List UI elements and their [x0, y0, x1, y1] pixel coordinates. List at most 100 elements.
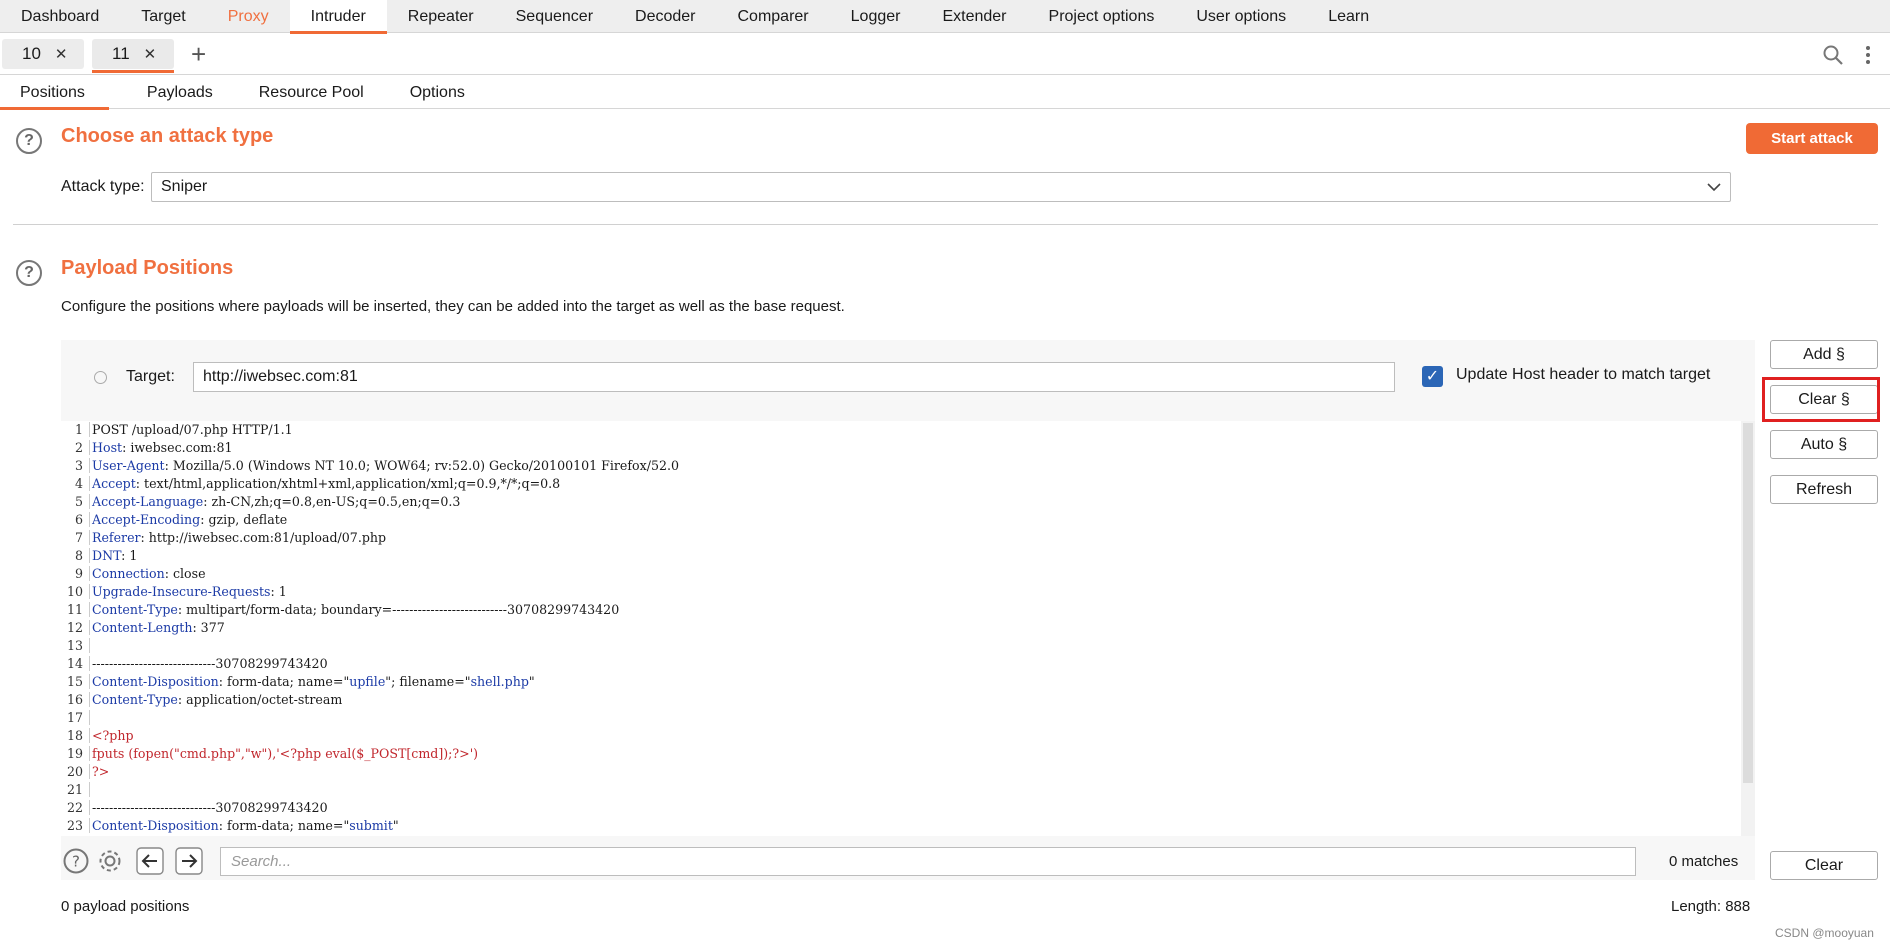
instance-tab-label: 10	[22, 44, 41, 63]
line-number: 8	[74, 548, 83, 563]
request-line: 12 Content-Length: 377	[61, 619, 679, 637]
request-token: Referer	[92, 530, 141, 545]
request-editor[interactable]: 1 POST /upload/07.php HTTP/1.1 2 Host: iweb…	[61, 421, 1755, 836]
menu-comparer[interactable]: Comparer	[717, 0, 830, 33]
request-token: Content-Disposition	[92, 818, 219, 833]
instance-tab-11[interactable]: 11 ✕	[92, 39, 174, 73]
request-token: : gzip, deflate	[200, 512, 288, 527]
add-tab-icon[interactable]: +	[191, 41, 206, 67]
request-token: -----------------------------30708299743…	[92, 656, 328, 671]
start-attack-button[interactable]: Start attack	[1746, 123, 1878, 154]
instance-tab-10[interactable]: 10 ✕	[2, 39, 84, 69]
search-placeholder: Search...	[231, 853, 292, 870]
search-input[interactable]: Search...	[220, 847, 1636, 876]
intruder-subtabs: Positions Payloads Resource Pool Options	[0, 76, 1890, 110]
add-position-button[interactable]: Add §	[1770, 340, 1878, 369]
search-matches: 0 matches	[1669, 853, 1739, 870]
request-token: Accept	[92, 476, 136, 491]
help-icon[interactable]: ?	[16, 260, 42, 286]
request-token: : text/html,application/xhtml+xml,applic…	[135, 476, 561, 491]
line-number: 2	[74, 440, 83, 455]
attack-type-title: Choose an attack type	[61, 125, 274, 147]
tab-positions[interactable]: Positions	[0, 76, 109, 110]
tab-options[interactable]: Options	[388, 76, 489, 109]
target-label: Target:	[126, 368, 175, 385]
request-line: 7 Referer: http://iwebsec.com:81/upload/0…	[61, 529, 679, 547]
request-token: : iwebsec.com:81	[122, 440, 233, 455]
target-icon	[94, 371, 107, 384]
request-token: : close	[164, 566, 206, 581]
menu-dashboard[interactable]: Dashboard	[0, 0, 120, 33]
search-icon[interactable]	[1822, 44, 1844, 66]
line-number: 19	[66, 746, 83, 761]
auto-position-button[interactable]: Auto §	[1770, 430, 1878, 459]
request-line: 20 ?>	[61, 763, 679, 781]
menu-repeater[interactable]: Repeater	[387, 0, 495, 33]
tab-payloads[interactable]: Payloads	[109, 76, 237, 109]
menu-intruder[interactable]: Intruder	[289, 0, 387, 34]
request-token: DNT	[92, 548, 122, 563]
request-token: Accept-Language	[92, 494, 204, 509]
line-number: 20	[66, 764, 83, 779]
menu-target[interactable]: Target	[120, 0, 206, 33]
help-icon[interactable]: ?	[62, 847, 90, 875]
tab-resource-pool[interactable]: Resource Pool	[237, 76, 388, 109]
close-icon[interactable]: ✕	[55, 45, 68, 63]
gear-icon[interactable]	[96, 847, 124, 875]
menu-extender[interactable]: Extender	[921, 0, 1027, 33]
main-menu-bar: Dashboard Target Proxy Intruder Repeater…	[0, 0, 1890, 34]
request-line: 3 User-Agent: Mozilla/5.0 (Windows NT 10.…	[61, 457, 680, 475]
line-number: 6	[74, 512, 83, 527]
chevron-down-icon	[1706, 173, 1722, 210]
request-token: "	[528, 674, 535, 689]
arrow-left-icon[interactable]	[136, 847, 164, 875]
svg-text:?: ?	[72, 853, 80, 871]
instance-tab-label: 11	[112, 44, 130, 63]
line-number: 7	[74, 530, 83, 545]
line-number: 14	[66, 656, 83, 671]
attack-type-label: Attack type:	[61, 178, 145, 195]
request-line: 13	[61, 637, 679, 655]
clear-search-button[interactable]: Clear	[1770, 851, 1878, 880]
line-number: 10	[66, 584, 83, 599]
menu-decoder[interactable]: Decoder	[614, 0, 716, 33]
menu-learn[interactable]: Learn	[1307, 0, 1390, 33]
editor-scrollbar-thumb[interactable]	[1743, 423, 1753, 783]
target-url-input[interactable]: http://iwebsec.com:81	[193, 362, 1395, 392]
refresh-button[interactable]: Refresh	[1770, 475, 1878, 504]
payload-positions-description: Configure the positions where payloads w…	[61, 298, 845, 315]
request-line: 4 Accept: text/html,application/xhtml+xml…	[61, 475, 679, 493]
request-token: : http://iwebsec.com:81/upload/07.php	[140, 530, 387, 545]
request-line: 16 Content-Type: application/octet-stream	[61, 691, 679, 709]
more-options-icon[interactable]	[1864, 44, 1872, 66]
close-icon[interactable]: ✕	[144, 45, 157, 63]
payload-positions-count: 0 payload positions	[61, 898, 190, 915]
request-token: "; filename="	[385, 674, 471, 689]
request-line: 11 Content-Type: multipart/form-data; bou…	[61, 601, 679, 619]
instance-tab-row: 10 ✕ 11 ✕	[0, 34, 1890, 75]
payload-positions-title: Payload Positions	[61, 257, 234, 279]
request-token: -----------------------------30708299743…	[92, 800, 328, 815]
request-token: : 1	[121, 548, 138, 563]
request-token: : multipart/form-data; boundary=--------…	[177, 602, 620, 617]
update-host-checkbox[interactable]: ✓	[1422, 366, 1443, 387]
request-token: Content-Length	[92, 620, 193, 635]
help-icon[interactable]: ?	[16, 128, 42, 154]
request-token: : form-data; name="	[218, 818, 350, 833]
request-token: submit	[349, 818, 393, 833]
menu-user-options[interactable]: User options	[1175, 0, 1307, 33]
request-token: : 1	[270, 584, 287, 599]
menu-project-options[interactable]: Project options	[1028, 0, 1176, 33]
request-token: "	[392, 818, 399, 833]
attack-type-select[interactable]: Sniper	[151, 172, 1731, 202]
request-length: Length: 888	[1671, 898, 1751, 915]
request-text: 1 POST /upload/07.php HTTP/1.1 2 Host: iweb…	[61, 421, 680, 835]
menu-sequencer[interactable]: Sequencer	[495, 0, 614, 33]
line-number: 18	[66, 728, 83, 743]
arrow-right-icon[interactable]	[175, 847, 203, 875]
line-number: 21	[66, 782, 83, 797]
request-line: 9 Connection: close	[61, 565, 679, 583]
request-token: Connection	[92, 566, 165, 581]
menu-proxy[interactable]: Proxy	[207, 0, 290, 33]
menu-logger[interactable]: Logger	[830, 0, 922, 33]
